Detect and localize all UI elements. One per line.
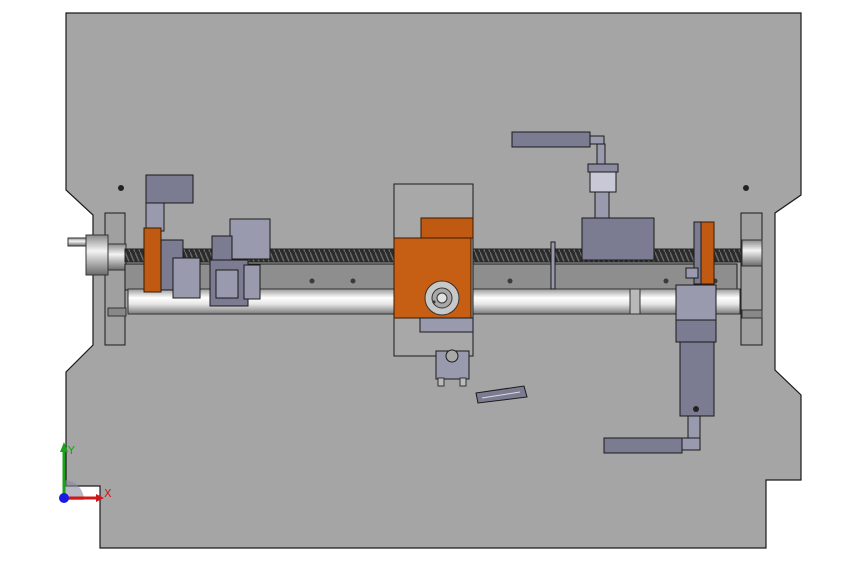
- mount-hole-right: [743, 185, 749, 191]
- center-carriage: [393, 183, 474, 387]
- cad-viewport[interactable]: Y X: [0, 0, 867, 562]
- stop-rod: [550, 241, 556, 290]
- y-axis-label: Y: [67, 444, 75, 457]
- mount-hole-left: [118, 185, 124, 191]
- x-axis-label: X: [104, 487, 112, 500]
- right-end-support: [740, 212, 763, 346]
- z-axis-dot: [59, 493, 69, 503]
- machine-drawing: Y X: [59, 12, 802, 549]
